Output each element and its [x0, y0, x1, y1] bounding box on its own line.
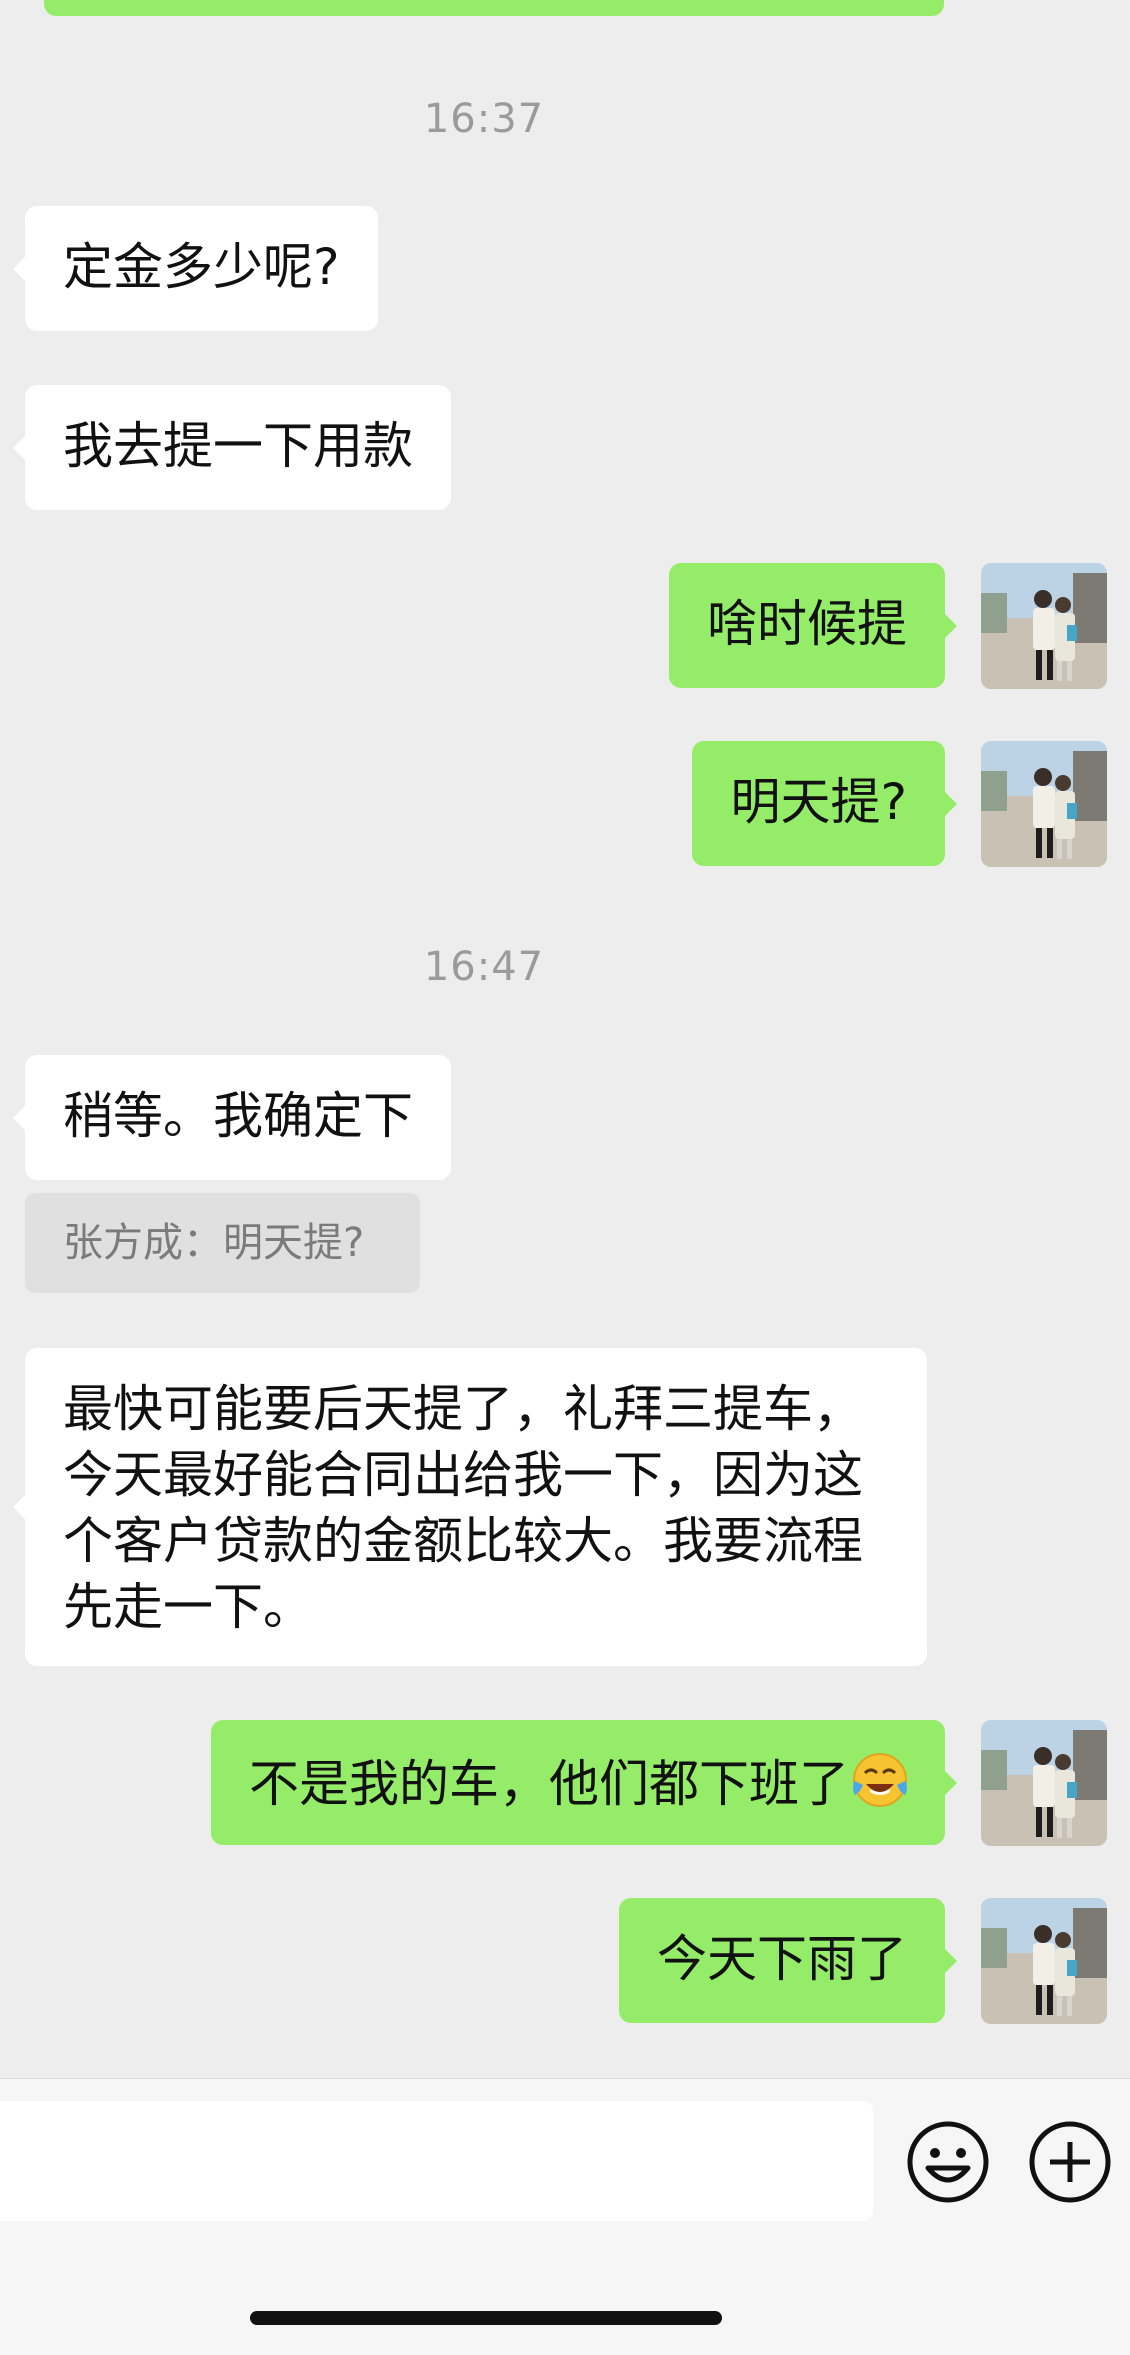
avatar-photo-icon: [981, 1898, 1107, 2024]
message-bubble-incoming[interactable]: 定金多少呢?: [13, 206, 378, 331]
home-indicator[interactable]: [250, 2311, 722, 2325]
emoji-button[interactable]: [906, 2120, 990, 2204]
avatar-photo-icon: [981, 741, 1107, 867]
quoted-message[interactable]: 张方成：明天提?: [25, 1193, 420, 1293]
timestamp: 16:47: [423, 944, 545, 990]
avatar-photo-icon: [981, 563, 1107, 689]
timestamp: 16:37: [423, 96, 545, 142]
message-bubble-incoming[interactable]: 我去提一下用款: [13, 385, 451, 510]
avatar[interactable]: [981, 1720, 1107, 1846]
avatar[interactable]: [981, 563, 1107, 689]
smiley-icon: [907, 2121, 989, 2203]
message-text: 不是我的车，他们都下班了: [249, 1755, 849, 1813]
message-bubble-incoming[interactable]: 最快可能要后天提了，礼拜三提车，今天最好能合同出给我一下，因为这个客户贷款的金额…: [13, 1348, 927, 1666]
message-input[interactable]: [0, 2101, 873, 2221]
more-button[interactable]: [1028, 2120, 1112, 2204]
message-bubble-outgoing[interactable]: 啥时候提: [669, 563, 957, 688]
avatar[interactable]: [981, 1898, 1107, 2024]
avatar[interactable]: [981, 741, 1107, 867]
message-bubble-outgoing[interactable]: 不是我的车，他们都下班了: [211, 1720, 957, 1845]
message-bubble-outgoing[interactable]: 明天提?: [692, 741, 957, 866]
plus-icon: [1029, 2121, 1111, 2203]
face-with-tears-of-joy-icon: [853, 1753, 907, 1807]
avatar-photo-icon: [981, 1720, 1107, 1846]
message-bubble-incoming[interactable]: 稍等。我确定下: [13, 1055, 451, 1180]
message-bubble-outgoing[interactable]: 今天下雨了: [619, 1898, 957, 2023]
message-bubble-outgoing-partial[interactable]: [44, 0, 944, 16]
